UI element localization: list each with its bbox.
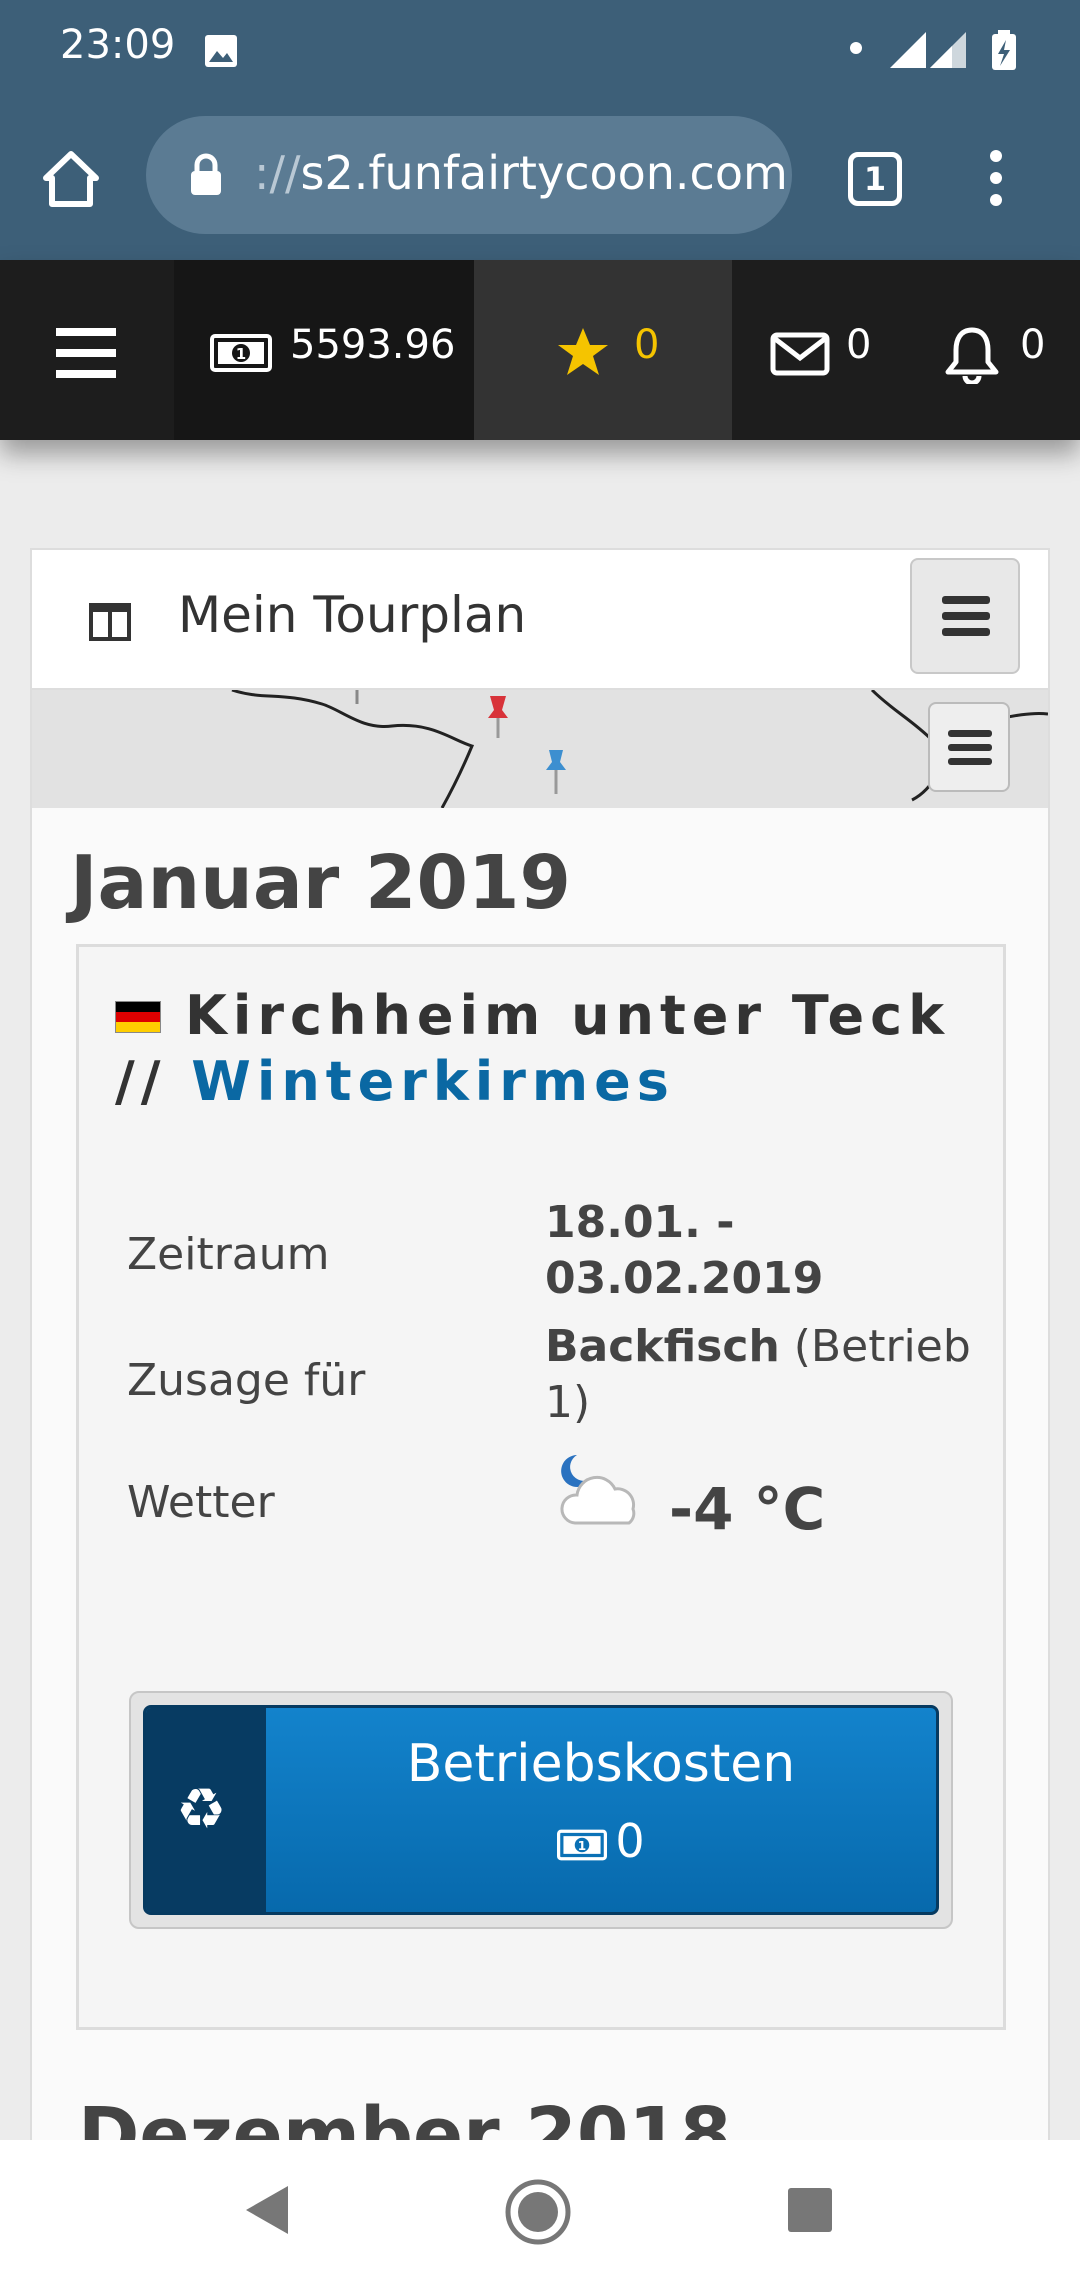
- status-bar: 23:09: [0, 0, 1080, 98]
- notifications-count: 0: [1020, 322, 1046, 368]
- button-well: ♻ Betriebskosten 1 0: [129, 1691, 953, 1929]
- button-icon-area: ♻: [146, 1708, 266, 1912]
- url-field[interactable]: ://s2.funfairtycoon.com: [146, 116, 792, 234]
- columns-icon: [89, 603, 131, 641]
- game-top-bar: 1 5593.96 0 0 0: [0, 260, 1080, 440]
- more-menu-icon[interactable]: [982, 148, 1010, 208]
- notifications-button[interactable]: 0: [902, 260, 1080, 440]
- blue-pin-icon[interactable]: [542, 746, 570, 796]
- panel-header: Mein Tourplan: [32, 550, 1048, 690]
- bell-icon: [945, 327, 999, 384]
- commitment-label: Zusage für: [127, 1355, 366, 1406]
- stars-display[interactable]: 0: [474, 260, 732, 440]
- money-value: 5593.96: [290, 322, 456, 368]
- red-pin-icon[interactable]: [484, 692, 512, 740]
- event-title: Kirchheim unter Teck // Winterkirmes: [115, 983, 985, 1115]
- tab-switcher-button[interactable]: 1: [848, 152, 902, 206]
- envelope-icon: [770, 332, 830, 376]
- month-heading: Januar 2019: [70, 840, 571, 926]
- browser-toolbar: ://s2.funfairtycoon.com 1: [0, 98, 1080, 260]
- period-value: 18.01. - 03.02.2019: [545, 1197, 824, 1304]
- panel-title: Mein Tourplan: [178, 586, 527, 644]
- messages-count: 0: [846, 322, 872, 368]
- messages-button[interactable]: 0: [732, 260, 902, 440]
- back-icon[interactable]: [242, 2182, 292, 2238]
- operating-costs-label: Betriebskosten: [406, 1734, 796, 1794]
- banknote-icon: 1: [557, 1829, 608, 1861]
- url-scheme: ://: [254, 146, 301, 200]
- url-text: ://s2.funfairtycoon.com: [254, 146, 788, 200]
- operating-costs-value: 0: [615, 1814, 645, 1868]
- panel-menu-button[interactable]: [910, 558, 1020, 674]
- star-icon: [558, 328, 608, 375]
- home-button-icon[interactable]: [504, 2178, 572, 2246]
- map-lines: [231, 690, 1048, 808]
- tourplan-panel: Mein Tourplan Januar 2019 Kirchheim unte…: [30, 548, 1050, 2280]
- screen: 23:09 ://s2.funfairtycoon.com 1 1 5593.9…: [0, 0, 1080, 2280]
- period-label: Zeitraum: [127, 1229, 330, 1280]
- system-status-icons: [850, 30, 1016, 70]
- moon-cloud-icon: [560, 1455, 636, 1525]
- status-time: 23:09: [60, 22, 176, 68]
- operating-costs-amount: 1 0: [266, 1814, 936, 1868]
- banknote-icon: 1: [210, 334, 272, 372]
- map-menu-button[interactable]: [928, 702, 1010, 792]
- url-host: s2.funfairtycoon.com: [300, 146, 788, 200]
- event-name-link[interactable]: Winterkirmes: [191, 1050, 675, 1113]
- notification-dot-icon: [850, 42, 862, 54]
- temperature-value: -4 °C: [669, 1475, 826, 1543]
- hamburger-icon: [948, 730, 992, 765]
- event-card: Kirchheim unter Teck // Winterkirmes Zei…: [76, 944, 1006, 2030]
- image-icon: [205, 35, 237, 67]
- home-icon[interactable]: [40, 148, 102, 210]
- svg-text:1: 1: [236, 345, 246, 363]
- operating-costs-button[interactable]: ♻ Betriebskosten 1 0: [143, 1705, 939, 1915]
- ride-name: Backfisch: [545, 1321, 780, 1372]
- stars-value: 0: [634, 322, 660, 368]
- money-display[interactable]: 1 5593.96: [174, 260, 474, 440]
- commitment-value: Backfisch (Betrieb 1): [545, 1319, 975, 1431]
- hamburger-icon: [942, 596, 990, 636]
- recycle-icon: ♻: [176, 1777, 227, 1842]
- recents-icon[interactable]: [786, 2186, 834, 2234]
- hamburger-icon: [56, 328, 116, 378]
- main-menu-button[interactable]: [0, 260, 174, 440]
- android-nav-bar: [0, 2140, 1080, 2280]
- weather-label: Wetter: [127, 1477, 275, 1528]
- svg-text:1: 1: [578, 1839, 586, 1853]
- tour-map[interactable]: [32, 690, 1048, 808]
- signal-icon: [890, 32, 926, 68]
- lock-icon: [191, 153, 221, 195]
